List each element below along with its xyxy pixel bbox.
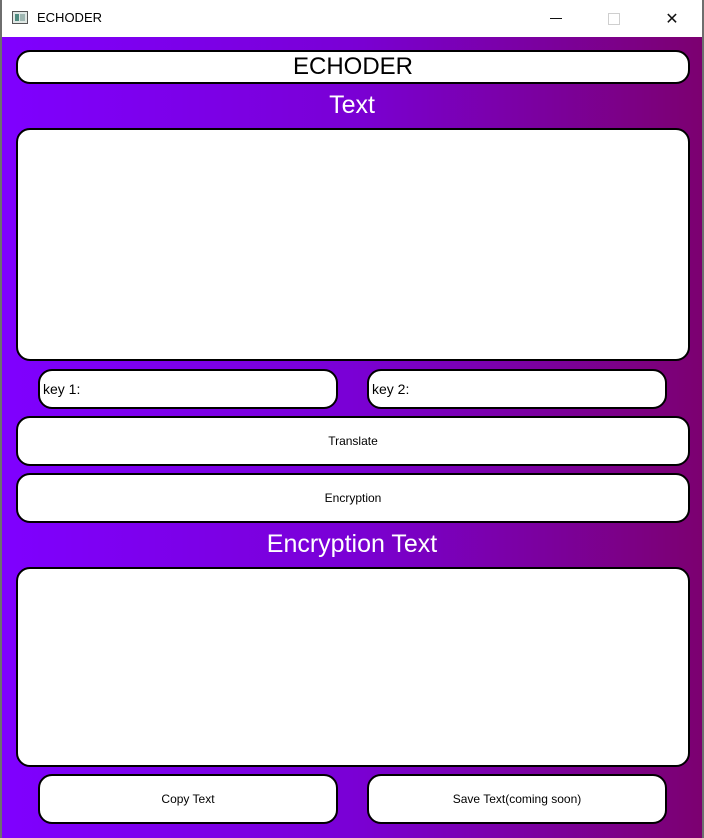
encryption-button[interactable]: Encryption [16, 473, 690, 523]
close-button[interactable]: ✕ [643, 0, 701, 37]
minimize-icon [550, 18, 562, 19]
title-bar: ECHODER ✕ [2, 0, 702, 37]
output-text-area[interactable] [16, 567, 690, 767]
output-text-label: Encryption Text [266, 530, 438, 558]
save-text-button[interactable]: Save Text(coming soon) [367, 774, 667, 824]
app-window: ECHODER ✕ ECHODER Text key 1: key 2: Tra… [2, 0, 702, 838]
minimize-button[interactable] [527, 0, 585, 37]
key2-label: key 2: [372, 381, 410, 397]
maximize-button [585, 0, 643, 37]
key1-field[interactable]: key 1: [38, 369, 338, 409]
key2-input[interactable] [409, 380, 665, 398]
copy-text-button[interactable]: Copy Text [38, 774, 338, 824]
app-header: ECHODER [16, 50, 690, 84]
close-icon: ✕ [665, 9, 679, 28]
key2-field[interactable]: key 2: [367, 369, 667, 409]
translate-button[interactable]: Translate [16, 416, 690, 466]
input-text-area[interactable] [16, 128, 690, 361]
key1-input[interactable] [80, 380, 336, 398]
maximize-icon [608, 12, 620, 25]
input-text-label: Text [329, 91, 375, 119]
main-content: ECHODER Text key 1: key 2: Translate Enc… [2, 37, 702, 838]
app-window-icon [12, 11, 28, 24]
key1-label: key 1: [43, 381, 81, 397]
window-title: ECHODER [37, 10, 103, 25]
